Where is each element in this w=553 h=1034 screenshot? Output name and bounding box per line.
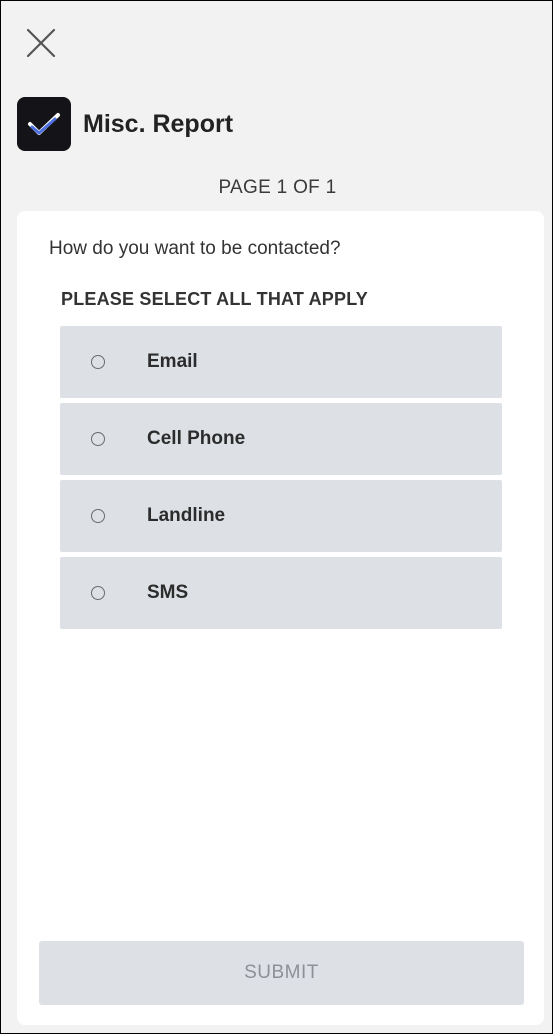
app-logo [17,97,71,151]
radio-icon[interactable] [91,509,105,523]
option-sms[interactable]: SMS [60,557,502,629]
option-label: Email [147,351,198,372]
page-indicator: PAGE 1 OF 1 [218,177,337,198]
radio-icon[interactable] [91,355,105,369]
screen: Misc. Report PAGE 1 OF 1 How do you want… [0,0,553,1034]
checkmark-logo-icon [28,113,60,135]
question-text: How do you want to be contacted? [49,238,341,259]
header: Misc. Report [17,97,233,151]
app-title: Misc. Report [83,109,234,138]
close-button[interactable] [25,27,57,59]
form-card: How do you want to be contacted? PLEASE … [17,211,544,1025]
option-label: Landline [147,505,226,526]
submit-button[interactable]: SUBMIT [39,941,524,1005]
instruction-text: PLEASE SELECT ALL THAT APPLY [61,289,368,309]
option-cell-phone[interactable]: Cell Phone [60,403,502,475]
option-list: Email Cell Phone Landline SMS [60,326,502,634]
option-label: Cell Phone [147,428,246,449]
option-landline[interactable]: Landline [60,480,502,552]
option-email[interactable]: Email [60,326,502,398]
option-label: SMS [147,582,189,603]
close-icon [26,28,56,58]
radio-icon[interactable] [91,586,105,600]
radio-icon[interactable] [91,432,105,446]
